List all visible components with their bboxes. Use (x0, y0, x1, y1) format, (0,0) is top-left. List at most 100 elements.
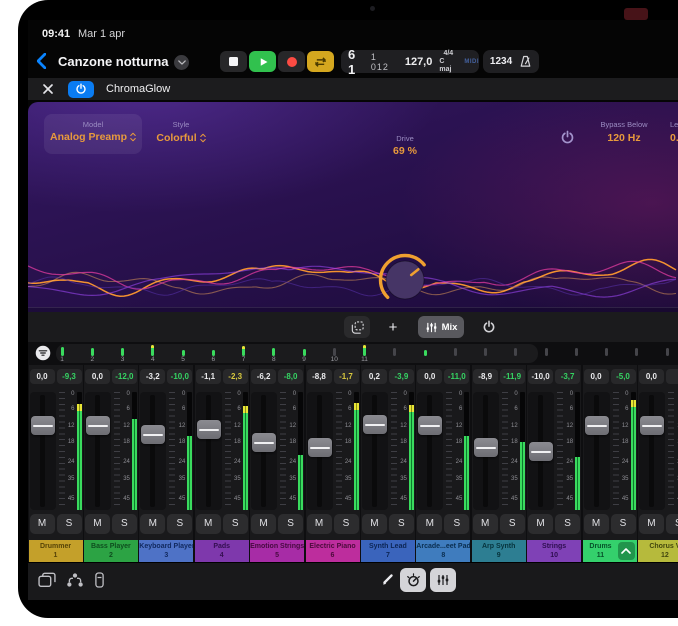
fader-handle[interactable] (529, 442, 553, 461)
fader-handle[interactable] (197, 420, 221, 439)
fader-handle[interactable] (418, 416, 442, 435)
edit-pencil-button[interactable] (380, 571, 396, 587)
count-in-button[interactable]: 1234 (490, 56, 512, 67)
mix-toggle-button[interactable]: Mix (418, 316, 464, 338)
mute-button[interactable]: M (307, 514, 332, 534)
mute-button[interactable]: M (140, 514, 165, 534)
volume-value[interactable]: -10,0 (528, 369, 553, 384)
solo-button[interactable]: S (389, 514, 414, 534)
track-name-button[interactable]: Pads4 (195, 540, 249, 562)
track-name-button[interactable]: Arcade...eet Pad8 (416, 540, 470, 562)
play-button[interactable] (249, 51, 276, 72)
fader-handle[interactable] (141, 425, 165, 444)
title-menu-button[interactable] (174, 55, 189, 70)
back-button[interactable] (36, 53, 52, 71)
peak-value[interactable]: -2,3 (223, 369, 248, 384)
fader-handle[interactable] (252, 433, 276, 452)
peak-value[interactable]: -8,0 (278, 369, 303, 384)
track-name-button[interactable]: Arp Synth9 (472, 540, 526, 562)
peak-value[interactable]: -1,7 (334, 369, 359, 384)
volume-value[interactable]: 0,0 (584, 369, 609, 384)
volume-value[interactable]: 0,0 (639, 369, 664, 384)
track-name-button[interactable]: Keyboard Player3 (139, 540, 193, 562)
plugin-power-button[interactable] (68, 81, 94, 98)
metronome-icon[interactable] (519, 55, 532, 68)
mute-button[interactable]: M (528, 514, 553, 534)
mute-button[interactable]: M (30, 514, 55, 534)
solo-button[interactable]: S (223, 514, 248, 534)
volume-value[interactable]: 0,0 (85, 369, 110, 384)
volume-value[interactable]: -8,9 (473, 369, 498, 384)
song-title[interactable]: Canzone notturna (58, 54, 169, 69)
solo-button[interactable]: S (278, 514, 303, 534)
fader-handle[interactable] (640, 416, 664, 435)
cycle-button[interactable] (307, 51, 334, 72)
peak-value[interactable]: -3,7 (555, 369, 580, 384)
bypass-power-button[interactable] (560, 130, 575, 145)
mute-button[interactable]: M (584, 514, 609, 534)
track-overview[interactable]: 1234567891011 (28, 343, 678, 364)
mute-button[interactable]: M (639, 514, 664, 534)
peak-value[interactable]: -3,9 (389, 369, 414, 384)
solo-button[interactable]: S (57, 514, 82, 534)
solo-button[interactable]: S (167, 514, 192, 534)
volume-value[interactable]: 0,0 (417, 369, 442, 384)
solo-button[interactable]: S (666, 514, 678, 534)
stop-button[interactable] (220, 51, 247, 72)
fader-handle[interactable] (363, 415, 387, 434)
mixer-power-button[interactable] (476, 316, 502, 338)
mute-button[interactable]: M (251, 514, 276, 534)
mute-button[interactable]: M (417, 514, 442, 534)
peak-value[interactable]: -11,0 (444, 369, 469, 384)
model-dropdown[interactable]: Model Analog Preamp (44, 114, 142, 154)
volume-value[interactable]: -1,1 (196, 369, 221, 384)
solo-button[interactable]: S (611, 514, 636, 534)
track-name-button[interactable]: Electric Piano6 (306, 540, 360, 562)
record-button[interactable] (278, 51, 305, 72)
fader-handle[interactable] (31, 416, 55, 435)
track-name-button[interactable]: Strings10 (527, 540, 581, 562)
peak-value[interactable] (666, 369, 678, 384)
fader-handle[interactable] (585, 416, 609, 435)
mute-button[interactable]: M (85, 514, 110, 534)
bypass-below-field[interactable]: Bypass Below 120 Hz (584, 120, 664, 144)
mute-button[interactable]: M (196, 514, 221, 534)
duplicate-button[interactable] (344, 316, 370, 338)
peak-value[interactable]: -10,0 (167, 369, 192, 384)
lcd-display[interactable]: 6 1 1 012 127,0 4/4 C maj MIDI (341, 50, 479, 73)
fader-handle[interactable] (308, 438, 332, 457)
track-name-button[interactable]: Drummer1 (29, 540, 83, 562)
peak-value[interactable]: -5,0 (611, 369, 636, 384)
volume-value[interactable]: -3,2 (140, 369, 165, 384)
peak-value[interactable]: -12,0 (112, 369, 137, 384)
routing-icon[interactable] (66, 572, 84, 588)
channel-strip-icon[interactable] (94, 572, 105, 588)
volume-value[interactable]: 0,2 (362, 369, 387, 384)
track-name-button[interactable]: Emotion Strings5 (250, 540, 304, 562)
close-icon[interactable] (42, 83, 54, 95)
peak-value[interactable]: -11,9 (500, 369, 525, 384)
volume-value[interactable]: 0,0 (30, 369, 55, 384)
volume-value[interactable]: -6,2 (251, 369, 276, 384)
peak-value[interactable]: -9,3 (57, 369, 82, 384)
track-name-button[interactable]: Drums11 (583, 540, 637, 562)
collapse-stack-button[interactable] (618, 542, 635, 560)
browser-icon[interactable] (38, 572, 56, 588)
controls-view-button[interactable] (400, 568, 426, 592)
solo-button[interactable]: S (444, 514, 469, 534)
mixer-view-button[interactable] (430, 568, 456, 592)
level-field[interactable]: Level 0.0 (670, 120, 678, 144)
mute-button[interactable]: M (473, 514, 498, 534)
track-name-button[interactable]: Synth Lead7 (361, 540, 415, 562)
fader-handle[interactable] (86, 416, 110, 435)
solo-button[interactable]: S (112, 514, 137, 534)
fader-handle[interactable] (474, 438, 498, 457)
solo-button[interactable]: S (334, 514, 359, 534)
mute-button[interactable]: M (362, 514, 387, 534)
add-button[interactable]: + (380, 316, 406, 338)
drive-knob[interactable] (377, 252, 433, 308)
solo-button[interactable]: S (500, 514, 525, 534)
solo-button[interactable]: S (555, 514, 580, 534)
track-name-button[interactable]: Chorus V12 (638, 540, 678, 562)
track-name-button[interactable]: Bass Player2 (84, 540, 138, 562)
